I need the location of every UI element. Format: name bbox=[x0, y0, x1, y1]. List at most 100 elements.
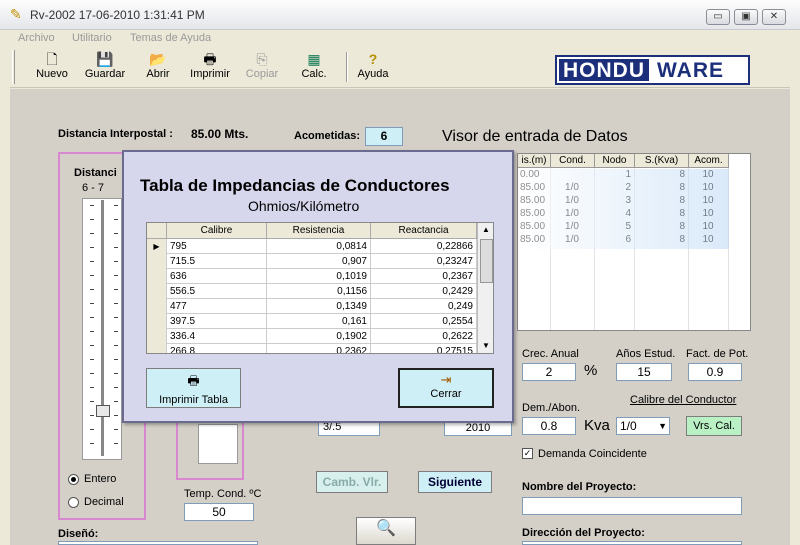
new-file-icon: 🗋 bbox=[46, 51, 58, 67]
nombre-proyecto-label: Nombre del Proyecto: bbox=[522, 481, 637, 493]
calc-button[interactable]: ▦ Calc. bbox=[296, 50, 332, 86]
decimal-radio[interactable] bbox=[68, 497, 79, 508]
magnifier-icon: 🔍 bbox=[376, 520, 396, 537]
table-cell: 0,23247 bbox=[371, 254, 477, 269]
ayuda-button[interactable]: ? Ayuda bbox=[354, 50, 392, 86]
table-scrollbar[interactable]: ▲ ▼ bbox=[477, 223, 493, 353]
anos-estud-label: Años Estud. bbox=[616, 348, 676, 360]
siguiente-button[interactable]: Siguiente bbox=[418, 471, 492, 493]
printer-icon: 🖶 bbox=[203, 51, 217, 67]
nuevo-button[interactable]: 🗋 Nuevo bbox=[34, 50, 70, 86]
scroll-thumb[interactable] bbox=[479, 239, 493, 283]
title-bar: ✎ Rv-2002 17-06-2010 1:31:41 PM ▭ ▣ ✕ bbox=[0, 0, 800, 30]
row-selector[interactable] bbox=[147, 299, 167, 314]
table-cell: 556.5 bbox=[167, 284, 267, 299]
fact-pot-input[interactable]: 0.9 bbox=[688, 363, 742, 381]
dem-abon-input[interactable]: 0.8 bbox=[522, 417, 576, 435]
fact-pot-label: Fact. de Pot. bbox=[686, 348, 749, 360]
table-cell: 477 bbox=[167, 299, 267, 314]
exit-door-icon: ⇥ bbox=[440, 372, 452, 387]
table-cell: 0,1902 bbox=[267, 329, 371, 344]
diseno-field[interactable] bbox=[58, 541, 258, 545]
impedancias-dialog: Tabla de Impedancias de Conductores Ohmi… bbox=[122, 150, 514, 423]
entero-radio[interactable] bbox=[68, 474, 79, 485]
calibre-conductor-label: Calibre del Conductor bbox=[630, 394, 737, 406]
run-button[interactable]: 🔍 bbox=[356, 517, 416, 545]
grid-highlight bbox=[518, 169, 729, 249]
table-cell: 336.4 bbox=[167, 329, 267, 344]
decimal-label: Decimal bbox=[84, 496, 124, 508]
visor-title: Visor de entrada de Datos bbox=[442, 128, 628, 145]
row-selector[interactable] bbox=[147, 284, 167, 299]
anos-estud-input[interactable]: 15 bbox=[616, 363, 672, 381]
table-cell: 636 bbox=[167, 269, 267, 284]
table-row[interactable]: 336.4 0,1902 0,2622 bbox=[147, 329, 477, 344]
distancia-range: 6 - 7 bbox=[82, 182, 105, 194]
table-header-resistencia: Resistencia bbox=[267, 223, 371, 239]
vrs-cal-button[interactable]: Vrs. Cal. bbox=[686, 416, 742, 436]
calibre-select[interactable]: 1/0 ▼ bbox=[616, 417, 670, 435]
row-selector[interactable] bbox=[147, 269, 167, 284]
cerrar-button[interactable]: ⇥ Cerrar bbox=[398, 368, 494, 408]
slider-ticks-left bbox=[90, 205, 94, 455]
hondu-ware-logo: HONDU WARE bbox=[555, 55, 750, 85]
crec-anual-input[interactable]: 2 bbox=[522, 363, 576, 381]
table-row[interactable]: 715.5 0,907 0,23247 bbox=[147, 254, 477, 269]
scroll-up-icon[interactable]: ▲ bbox=[478, 223, 493, 237]
temp-label: Temp. Cond. ºC bbox=[184, 488, 262, 500]
copiar-button[interactable]: ⎘ Copiar bbox=[242, 50, 282, 86]
help-icon: ? bbox=[368, 51, 378, 67]
entero-radio-dot bbox=[71, 477, 76, 482]
table-cell: 0,1156 bbox=[267, 284, 371, 299]
toolbar-separator bbox=[346, 52, 348, 82]
table-row[interactable]: 397.5 0,161 0,2554 bbox=[147, 314, 477, 329]
temp-value: 50 bbox=[184, 503, 254, 521]
table-cell: 0,907 bbox=[267, 254, 371, 269]
row-selector[interactable] bbox=[147, 314, 167, 329]
app-icon: ✎ bbox=[10, 6, 22, 22]
row-selector[interactable] bbox=[147, 329, 167, 344]
nombre-proyecto-input[interactable] bbox=[522, 497, 742, 515]
menu-archivo[interactable]: Archivo bbox=[18, 32, 55, 44]
maximize-button[interactable]: ▣ bbox=[734, 9, 758, 25]
dialog-title: Tabla de Impedancias de Conductores bbox=[140, 176, 450, 195]
camb-vlr-button[interactable]: Camb. Vlr. bbox=[316, 471, 388, 493]
distancia-panel-label: Distanci bbox=[74, 167, 117, 179]
grid-header: Cond. bbox=[551, 154, 595, 168]
scroll-down-icon[interactable]: ▼ bbox=[478, 339, 493, 353]
abrir-button[interactable]: 📂 Abrir bbox=[140, 50, 176, 86]
grid-header: S.(Kva) bbox=[635, 154, 689, 168]
table-cell: 0,2362 bbox=[267, 344, 371, 353]
menu-temas-ayuda[interactable]: Temas de Ayuda bbox=[130, 32, 211, 44]
table-row[interactable]: 556.5 0,1156 0,2429 bbox=[147, 284, 477, 299]
demanda-coincidente-checkbox[interactable]: ✓ bbox=[522, 448, 533, 459]
table-header-reactancia: Reactancia bbox=[371, 223, 477, 239]
table-cell: 0,161 bbox=[267, 314, 371, 329]
table-cell: 0,2622 bbox=[371, 329, 477, 344]
percent-label: % bbox=[584, 362, 598, 379]
table-row[interactable]: ▶ 795 0,0814 0,22866 bbox=[147, 239, 477, 254]
acometidas-label: Acometidas: bbox=[294, 130, 361, 142]
table-row[interactable]: 266.8 0,2362 0,27515 bbox=[147, 344, 477, 353]
temp-slider[interactable] bbox=[198, 424, 238, 464]
table-cell: 0,1019 bbox=[267, 269, 371, 284]
table-row[interactable]: 477 0,1349 0,249 bbox=[147, 299, 477, 314]
guardar-button[interactable]: 💾 Guardar bbox=[82, 50, 128, 86]
row-selector[interactable] bbox=[147, 254, 167, 269]
kva-label: Kva bbox=[584, 417, 610, 434]
imprimir-button[interactable]: 🖶 Imprimir bbox=[186, 50, 234, 86]
acometidas-value: 6 bbox=[365, 127, 403, 146]
table-row[interactable]: 636 0,1019 0,2367 bbox=[147, 269, 477, 284]
grid-header: is.(m) bbox=[518, 154, 551, 168]
table-cell: 795 bbox=[167, 239, 267, 254]
direccion-proyecto-input[interactable] bbox=[522, 541, 742, 545]
row-selector[interactable]: ▶ bbox=[147, 239, 167, 254]
close-button[interactable]: ✕ bbox=[762, 9, 786, 25]
menu-utilitario[interactable]: Utilitario bbox=[72, 32, 112, 44]
table-header-calibre: Calibre bbox=[167, 223, 267, 239]
datos-grid: is.(m) Cond. Nodo S.(Kva) Acom. 0.001810… bbox=[517, 153, 751, 331]
minimize-button[interactable]: ▭ bbox=[706, 9, 730, 25]
row-selector[interactable] bbox=[147, 344, 167, 353]
imprimir-tabla-button[interactable]: 🖶 Imprimir Tabla bbox=[146, 368, 241, 408]
slider-thumb[interactable] bbox=[96, 405, 110, 417]
